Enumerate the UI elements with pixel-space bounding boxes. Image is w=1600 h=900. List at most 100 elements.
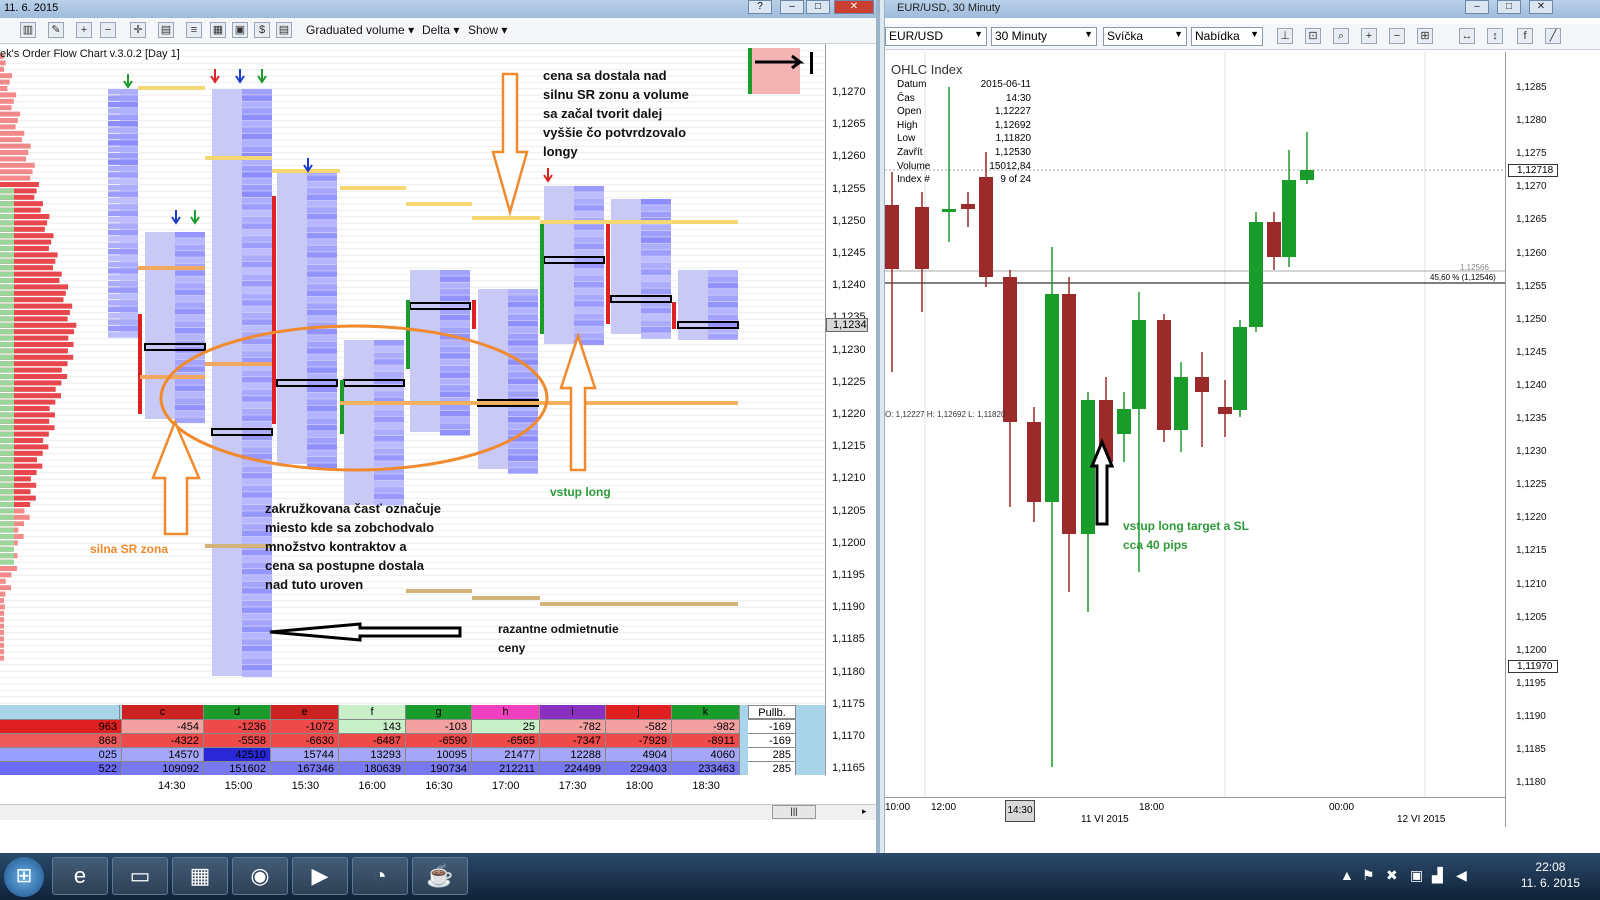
- dollar-icon[interactable]: $: [254, 22, 270, 38]
- symbol-select[interactable]: EUR/USD ▼: [885, 27, 987, 46]
- volume-profile-green: [0, 214, 14, 219]
- minimize-button[interactable]: –: [780, 0, 804, 14]
- horizontal-scrollbar[interactable]: ||| ▸: [0, 804, 876, 820]
- footprint-cell: [242, 409, 272, 415]
- grid-icon[interactable]: ▦: [210, 22, 226, 38]
- chart-type-select[interactable]: Svíčka ▼: [1103, 27, 1187, 46]
- footprint-cell: [641, 263, 671, 269]
- magnifier-icon[interactable]: ⌕: [1333, 28, 1349, 44]
- properties-icon[interactable]: ≡: [186, 22, 202, 38]
- footprint-cell: [242, 236, 272, 242]
- footprint-cell: [242, 210, 272, 217]
- scroll-right-icon[interactable]: ▸: [862, 806, 867, 817]
- calculator-icon[interactable]: ▦: [172, 857, 228, 895]
- zoom-in-icon[interactable]: +: [1361, 28, 1377, 44]
- zoom-out-icon[interactable]: −: [1389, 28, 1405, 44]
- ie-icon[interactable]: e: [52, 857, 108, 895]
- folder-icon[interactable]: ▭: [112, 857, 168, 895]
- data-box-icon[interactable]: ▤: [158, 22, 174, 38]
- volume-profile-green: [0, 252, 14, 258]
- footprint-cell: [108, 268, 138, 274]
- vertical-arrows-icon[interactable]: ↕: [1487, 28, 1503, 44]
- footprint-cell: [641, 333, 671, 339]
- footprint-cell: [175, 334, 205, 340]
- footprint-cell: [307, 245, 337, 252]
- footprint-cell: [641, 307, 671, 314]
- tray-arrow-icon[interactable]: ▲: [1340, 867, 1354, 883]
- network-error-icon[interactable]: ✖: [1386, 867, 1398, 884]
- zoom-fit-icon[interactable]: ⊞: [1417, 28, 1433, 44]
- volume-profile-bar: [0, 137, 22, 143]
- fib-label: 45,60 % (1,12546): [1430, 273, 1496, 282]
- stats-cell: 15744: [271, 747, 339, 761]
- bear-candle: [1027, 422, 1041, 502]
- footprint-cell: [242, 485, 272, 492]
- help-button[interactable]: ?: [748, 0, 772, 14]
- clock[interactable]: 22:08 11. 6. 2015: [1521, 859, 1580, 891]
- show-menu[interactable]: Show ▾: [468, 23, 507, 37]
- time-label: 14:30: [158, 780, 186, 792]
- timeframe-select[interactable]: 30 Minuty ▼: [991, 27, 1097, 46]
- device-icon[interactable]: ▣: [1410, 867, 1423, 884]
- footprint-cell: [108, 159, 138, 165]
- zoom-in-icon[interactable]: +: [76, 22, 92, 38]
- order-flow-window: 11. 6. 2015 ? – □ ✕ ▥ ✎ + − ✛ ▤ ≡ ▦ ▣ $ …: [0, 0, 880, 853]
- footprint-cell: [574, 269, 604, 275]
- lock-icon[interactable]: ⊡: [1305, 28, 1321, 44]
- footprint-cell: [307, 207, 337, 213]
- start-button[interactable]: ⊞: [4, 857, 44, 897]
- footprint-cell: [708, 295, 738, 302]
- left-toolbar: ▥ ✎ + − ✛ ▤ ≡ ▦ ▣ $ ▤ Graduated volume ▾…: [0, 18, 876, 44]
- right-title-bar: EUR/USD, 30 Minuty – □ ✕: [885, 0, 1600, 18]
- bar-chart-icon[interactable]: ▥: [20, 22, 36, 38]
- order-flow-chart[interactable]: [0, 44, 825, 705]
- footprint-cell: [307, 399, 337, 405]
- delta-menu[interactable]: Delta ▾: [422, 23, 459, 37]
- volume-profile-bar: [0, 66, 4, 72]
- maximize-button[interactable]: □: [806, 0, 830, 14]
- volume-profile-green: [0, 322, 14, 328]
- close-button[interactable]: ✕: [834, 0, 874, 14]
- price-type-select[interactable]: Nabídka ▼: [1191, 27, 1263, 46]
- volume-profile-green: [0, 188, 14, 194]
- media-player-icon[interactable]: ▶: [292, 857, 348, 895]
- footprint-cell: [574, 294, 604, 301]
- java-icon[interactable]: ☕: [412, 857, 468, 895]
- right-close-button[interactable]: ✕: [1529, 0, 1553, 14]
- indicator-icon[interactable]: ⊥: [1277, 28, 1293, 44]
- right-maximize-button[interactable]: □: [1497, 0, 1521, 14]
- footprint-cell: [242, 133, 272, 140]
- footprint-cell: [307, 367, 337, 373]
- footprint-cell: [242, 204, 272, 210]
- graduated-volume-menu[interactable]: Graduated volume ▾: [306, 23, 414, 37]
- bear-candle: [915, 207, 929, 269]
- scroll-thumb[interactable]: |||: [772, 805, 816, 819]
- footprint-cell: [108, 108, 138, 114]
- pencil-icon[interactable]: ✎: [48, 22, 64, 38]
- right-minimize-button[interactable]: –: [1465, 0, 1489, 14]
- price-label: 1,1255: [832, 182, 866, 195]
- ohlc-key: Čas: [897, 92, 915, 104]
- volume-profile-bar: [0, 60, 6, 66]
- function-icon[interactable]: f: [1517, 28, 1533, 44]
- image-icon[interactable]: ▣: [232, 22, 248, 38]
- edit-icon[interactable]: ▤: [276, 22, 292, 38]
- footprint-cell: [641, 250, 671, 256]
- zoom-out-icon[interactable]: −: [100, 22, 116, 38]
- right-price-label: 1,1200: [1516, 644, 1547, 656]
- price-label: 1,1230: [832, 343, 866, 356]
- signal-icon[interactable]: ▟: [1432, 867, 1443, 884]
- footprint-cell: [440, 270, 470, 276]
- footprint-cell: [242, 441, 272, 447]
- volume-profile-bar: [0, 655, 4, 661]
- volume-icon[interactable]: ◀: [1456, 867, 1467, 884]
- drawing-icon[interactable]: ╱: [1545, 28, 1561, 44]
- chrome-icon[interactable]: ◉: [232, 857, 288, 895]
- pink-box: [752, 48, 800, 94]
- horizontal-arrows-icon[interactable]: ↔: [1459, 28, 1475, 44]
- crosshair-icon[interactable]: ✛: [130, 22, 146, 38]
- flag-icon[interactable]: ⚑: [1362, 867, 1375, 884]
- footprint-cell: [175, 302, 205, 308]
- app-icon[interactable]: ◔: [352, 857, 408, 895]
- volume-profile-bar: [0, 566, 18, 571]
